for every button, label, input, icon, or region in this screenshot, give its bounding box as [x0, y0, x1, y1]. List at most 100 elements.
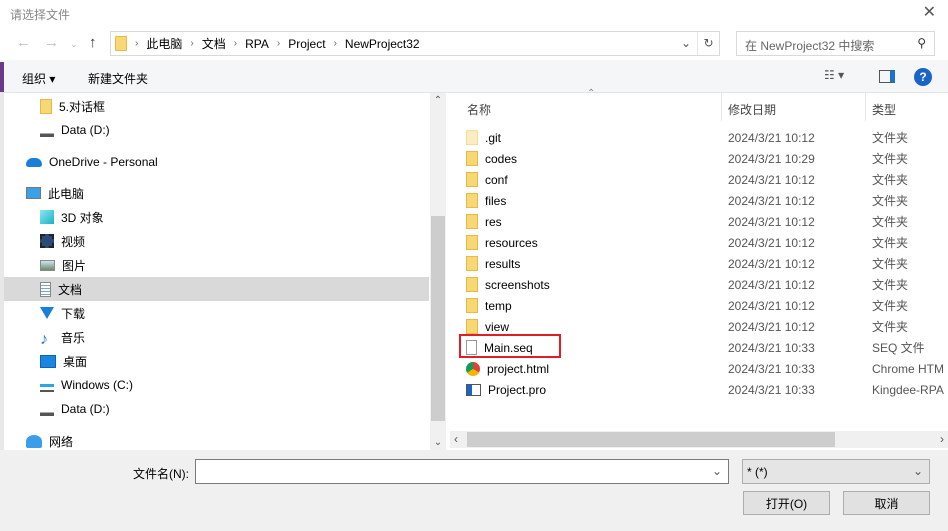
folder-icon	[115, 36, 127, 51]
back-button[interactable]: ←	[16, 34, 31, 51]
nav-item-label: Data (D:)	[61, 123, 110, 137]
cancel-button[interactable]: 取消	[843, 491, 930, 515]
breadcrumb-separator-icon[interactable]: ›	[334, 38, 337, 49]
column-header-name[interactable]: 名称	[467, 93, 491, 121]
nav-item[interactable]: 此电脑	[4, 181, 429, 205]
drive-icon	[40, 129, 54, 137]
file-row[interactable]: Project.pro 2024/3/21 10:33 Kingdee-RPA	[466, 379, 948, 400]
nav-item-label: Data (D:)	[61, 402, 110, 416]
nav-item[interactable]: 文档	[4, 277, 429, 301]
breadcrumb-segment[interactable]: NewProject32	[345, 37, 420, 51]
file-name: codes	[485, 151, 518, 166]
nav-item-label: 此电脑	[48, 186, 85, 201]
file-date: 2024/3/21 10:29	[728, 151, 815, 166]
preview-pane-icon[interactable]	[879, 70, 895, 83]
file-type: 文件夹	[872, 320, 909, 334]
nav-item[interactable]: Windows (C:)	[4, 373, 429, 397]
nav-item[interactable]: Data (D:)	[4, 118, 429, 142]
file-date: 2024/3/21 10:12	[728, 298, 815, 313]
column-header-type[interactable]: 类型	[872, 93, 896, 121]
nav-item[interactable]: OneDrive - Personal	[4, 150, 429, 174]
file-type-select[interactable]: * (*) ⌄	[742, 459, 930, 484]
recent-dropdown[interactable]: ⌄	[70, 39, 78, 50]
file-type: 文件夹	[872, 257, 909, 271]
breadcrumb-segment[interactable]: 此电脑	[146, 35, 182, 52]
file-date: 2024/3/21 10:12	[728, 277, 815, 292]
file-row[interactable]: conf 2024/3/21 10:12 文件夹	[466, 169, 948, 190]
file-type: 文件夹	[872, 173, 909, 187]
nav-item[interactable]: 下载	[4, 301, 429, 325]
file-row[interactable]: res 2024/3/21 10:12 文件夹	[466, 211, 948, 232]
nav-item-label: 网络	[49, 434, 74, 449]
file-type: 文件夹	[872, 215, 909, 229]
picture-icon	[40, 259, 55, 271]
address-bar[interactable]: › 此电脑 › 文档 › RPA › Project › NewProject32 ⌄ ↻	[110, 31, 720, 56]
filename-input[interactable]: ⌄	[195, 459, 729, 484]
folder-icon	[40, 98, 52, 114]
file-date: 2024/3/21 10:12	[728, 130, 815, 145]
file-row[interactable]: screenshots 2024/3/21 10:12 文件夹	[466, 274, 948, 295]
file-date: 2024/3/21 10:12	[728, 319, 815, 334]
cube-icon	[40, 210, 54, 224]
refresh-button[interactable]: ↻	[697, 32, 719, 55]
nav-scrollbar-thumb[interactable]	[431, 216, 445, 421]
file-row[interactable]: project.html 2024/3/21 10:33 Chrome HTM	[466, 358, 948, 379]
file-date: 2024/3/21 10:12	[728, 256, 815, 271]
nav-item[interactable]: 3D 对象	[4, 205, 429, 229]
folder-icon	[466, 151, 478, 166]
nav-item[interactable]: ♪ 音乐	[4, 325, 429, 349]
chevron-down-icon[interactable]: ⌄	[712, 464, 722, 478]
file-row[interactable]: .git 2024/3/21 10:12 文件夹	[466, 127, 948, 148]
column-divider[interactable]	[865, 93, 866, 121]
up-button[interactable]: ↑	[89, 34, 97, 51]
file-date: 2024/3/21 10:12	[728, 193, 815, 208]
column-divider[interactable]	[721, 93, 722, 121]
file-type: 文件夹	[872, 299, 909, 313]
search-input[interactable]: 在 NewProject32 中搜索 ⚲	[736, 31, 935, 56]
breadcrumb-segment[interactable]: RPA	[245, 37, 269, 51]
music-icon: ♪	[40, 330, 48, 348]
computer-icon	[26, 187, 41, 199]
nav-item[interactable]: 5.对话框	[4, 94, 429, 118]
file-type: Chrome HTM	[872, 361, 945, 376]
breadcrumb-separator-icon[interactable]: ›	[234, 38, 237, 49]
file-row[interactable]: files 2024/3/21 10:12 文件夹	[466, 190, 948, 211]
organize-button[interactable]: 组织 ▾	[22, 70, 55, 87]
folder-icon	[466, 256, 478, 271]
nav-item[interactable]: 桌面	[4, 349, 429, 373]
nav-item[interactable]: 网络	[4, 429, 429, 450]
filename-label: 文件名(N):	[133, 467, 189, 481]
folder-icon	[466, 235, 478, 250]
breadcrumb-segment[interactable]: 文档	[202, 35, 226, 52]
file-list-scrollbar-thumb[interactable]	[467, 432, 835, 447]
sort-ascending-icon: ⌃	[587, 88, 596, 99]
file-name: .git	[485, 130, 502, 145]
view-options-icon[interactable]: ☷ ▾	[824, 68, 844, 82]
file-name: temp	[485, 298, 512, 313]
nav-item[interactable]: 视频	[4, 229, 429, 253]
nav-item-label: Windows (C:)	[61, 378, 134, 392]
file-row[interactable]: temp 2024/3/21 10:12 文件夹	[466, 295, 948, 316]
help-icon[interactable]: ?	[914, 68, 932, 86]
nav-item[interactable]: 图片	[4, 253, 429, 277]
breadcrumb-separator-icon[interactable]: ›	[190, 38, 193, 49]
windows-drive-icon	[40, 384, 54, 392]
breadcrumb-separator-icon[interactable]: ›	[277, 38, 280, 49]
file-row[interactable]: results 2024/3/21 10:12 文件夹	[466, 253, 948, 274]
breadcrumb-segment[interactable]: Project	[288, 37, 325, 51]
file-type: SEQ 文件	[872, 341, 925, 355]
breadcrumb-separator-icon[interactable]: ›	[135, 38, 138, 49]
file-date: 2024/3/21 10:12	[728, 172, 815, 187]
nav-item[interactable]: Data (D:)	[4, 397, 429, 421]
new-folder-button[interactable]: 新建文件夹	[88, 70, 148, 87]
file-name: results	[485, 256, 521, 271]
close-icon[interactable]: ✕	[923, 2, 936, 22]
column-header-date[interactable]: 修改日期	[728, 93, 776, 121]
chrome-icon	[466, 361, 480, 376]
chevron-down-icon[interactable]: ⌄	[681, 36, 691, 50]
navigation-pane: 5.对话框 Data (D:) OneDrive - Personal 此电脑 3D 对…	[0, 93, 446, 450]
file-row[interactable]: codes 2024/3/21 10:29 文件夹	[466, 148, 948, 169]
file-row[interactable]: resources 2024/3/21 10:12 文件夹	[466, 232, 948, 253]
forward-button[interactable]: →	[44, 34, 59, 51]
open-button[interactable]: 打开(O)	[743, 491, 830, 515]
